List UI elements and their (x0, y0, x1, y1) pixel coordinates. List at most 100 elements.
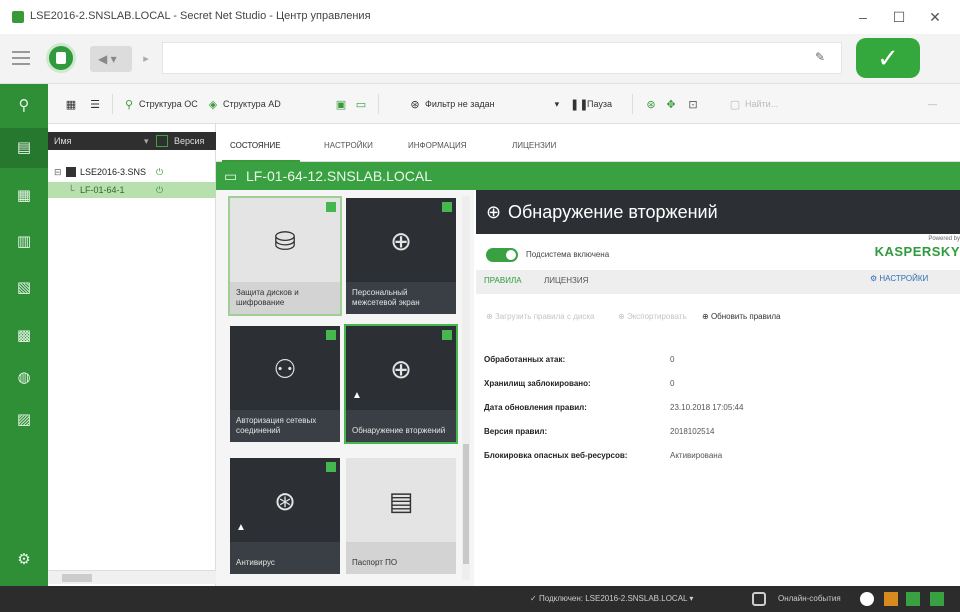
chevron-down-icon[interactable]: ▾ (144, 132, 149, 150)
info-events-icon[interactable] (906, 592, 920, 606)
lock-filter-button[interactable]: ⊡ (686, 94, 703, 114)
tile-network-auth[interactable]: ⚇ Авторизация сетевых соединений (230, 326, 340, 442)
ok-events-icon[interactable] (930, 592, 944, 606)
search-field[interactable]: ▢ Найти... (728, 94, 778, 114)
status-indicator (326, 330, 336, 340)
scroll-thumb[interactable] (62, 574, 92, 582)
globe-shield-icon: ⊕ (390, 354, 412, 384)
minimize-button[interactable]: – (848, 6, 878, 28)
tab-settings[interactable]: НАСТРОЙКИ (324, 136, 373, 156)
tile-antivirus[interactable]: ⊛ ▲ Антивирус (230, 458, 340, 574)
structure-ad-button[interactable]: ◈ Структура AD (206, 94, 281, 114)
toolbar: ▦ ☰ ⚲ Структура ОС ◈ Структура AD ▣ ▭ ⊛ Фил… (48, 84, 960, 124)
tree-header-version[interactable]: Версия (174, 132, 204, 150)
subsystem-tiles: ⛁ Защита дисков и шифрование ⊕ Персональ… (216, 190, 474, 586)
status-column-icon (156, 135, 168, 147)
monitor-icon[interactable]: ▤ (0, 128, 48, 168)
settings-link-label: НАСТРОЙКИ (879, 274, 929, 283)
device-header: ▭ LF-01-64-12.SNSLAB.LOCAL (216, 162, 960, 190)
close-button[interactable]: ✕ (920, 6, 950, 28)
more-button[interactable]: — (928, 94, 937, 114)
back-button[interactable]: ◀ ▾ (90, 46, 132, 72)
warning-events-icon[interactable] (884, 592, 898, 606)
tree-row-label: LSE2016-3.SNS (80, 167, 147, 177)
filter-dropdown[interactable]: ⊛ Фильтр не задан ▾ (408, 94, 559, 114)
tab-state[interactable]: СОСТОЯНИЕ (230, 136, 281, 156)
property-row: Блокировка опасных веб-ресурсов: Активиро… (484, 444, 944, 468)
forward-button[interactable]: ▸ (136, 46, 156, 72)
view-list-button[interactable]: ☰ (88, 94, 105, 114)
monitor-view-button[interactable]: ▭ (354, 94, 371, 114)
warning-icon: ▲ (236, 522, 246, 533)
list-view-icon: ☰ (90, 98, 100, 111)
tile-intrusion-detection[interactable]: ⊕ ▲ Обнаружение вторжений (344, 324, 458, 444)
network-filter-button[interactable]: ✥ (664, 94, 681, 114)
view-grid-button[interactable]: ▦ (64, 94, 81, 114)
pin-icon[interactable]: ✎ (815, 50, 831, 66)
scroll-thumb[interactable] (463, 444, 469, 564)
expand-button[interactable]: ▣ (334, 94, 351, 114)
search-icon[interactable]: ⚲ (0, 86, 48, 126)
property-row: Дата обновления правил: 23.10.2018 17:05:… (484, 396, 944, 420)
expand-icon: ▣ (335, 98, 347, 111)
status-bar: ✓ Подключен: LSE2016-2.SNSLAB.LOCAL ▾ Он… (0, 586, 960, 612)
tree-row-label: LF-01-64-1 (80, 185, 125, 195)
menu-icon[interactable] (12, 51, 30, 65)
toggle-label: Подсистема включена (526, 250, 610, 259)
device-name: LF-01-64-12.SNSLAB.LOCAL (246, 168, 432, 184)
tree-header: Имя ▾ Версия (48, 132, 216, 150)
tile-firewall[interactable]: ⊕ Персональный межсетевой экран (346, 198, 456, 314)
settings-icon[interactable]: ⚙ (0, 540, 48, 580)
refresh-icon: ⊕ (702, 312, 711, 321)
online-events-label[interactable]: Онлайн-события (778, 592, 841, 606)
structure-os-button[interactable]: ⚲ Структура ОС (122, 94, 198, 114)
filter-icon: ⊛ (410, 98, 420, 111)
computer-icon: ▭ (224, 168, 238, 184)
property-value: Активирована (670, 451, 723, 460)
address-field[interactable] (162, 42, 842, 74)
report-icon[interactable]: ▦ (0, 176, 48, 216)
property-value: 2018102514 (670, 427, 715, 436)
subsystem-toggle[interactable] (486, 248, 518, 262)
monitor-small-icon: ▭ (355, 98, 367, 111)
tiles-vertical-scrollbar[interactable] (462, 196, 470, 580)
update-rules-button[interactable]: ⊕ Обновить правила (702, 312, 780, 321)
pause-icon: ❚❚ (570, 98, 589, 111)
search-small-icon: ▢ (729, 98, 741, 111)
pause-button[interactable]: ❚❚Пауза (570, 94, 612, 114)
load-rules-button[interactable]: ⊕ Загрузить правила с диска (486, 312, 594, 321)
grid-icon[interactable]: ▩ (0, 316, 48, 356)
tree-horizontal-scrollbar[interactable] (48, 570, 216, 584)
shield-icon[interactable]: ◍ (0, 358, 48, 398)
status-indicator (442, 330, 452, 340)
gear-icon: ⚙ (870, 274, 880, 283)
settings-link[interactable]: ⚙ НАСТРОЙКИ (870, 274, 928, 283)
journal-icon[interactable]: ▥ (0, 222, 48, 262)
subtab-license[interactable]: ЛИЦЕНЗИЯ (544, 276, 588, 285)
collapse-icon[interactable]: ⊟ (54, 164, 62, 180)
tab-licenses[interactable]: ЛИЦЕНЗИИ (512, 136, 556, 156)
antivirus-filter-button[interactable]: ⊛ (644, 94, 661, 114)
app-icon (12, 11, 24, 23)
home-logo-icon[interactable] (46, 43, 76, 73)
tab-bar: СОСТОЯНИЕ НАСТРОЙКИ ИНФОРМАЦИЯ ЛИЦЕНЗИИ (216, 124, 960, 162)
tree-row[interactable]: └ LF-01-64-1 ⏻ (48, 182, 216, 198)
tree-row[interactable]: ⊟ LSE2016-3.SNS ⏻ (48, 164, 216, 180)
policy-icon[interactable]: ▧ (0, 268, 48, 308)
tile-software-passport[interactable]: ▤ Паспорт ПО (346, 458, 456, 574)
status-indicator (442, 202, 452, 212)
apply-button[interactable]: ✓ (856, 38, 920, 78)
document-icon[interactable]: ▨ (0, 400, 48, 440)
events-count-icon[interactable] (860, 592, 874, 606)
sync-icon[interactable] (752, 592, 766, 606)
chevron-down-icon: ▾ (554, 99, 560, 109)
export-button[interactable]: ⊕ Экспортировать (618, 312, 687, 321)
connection-status[interactable]: ✓ Подключен: LSE2016-2.SNSLAB.LOCAL ▾ (530, 592, 693, 606)
maximize-button[interactable]: ☐ (884, 6, 914, 28)
tab-information[interactable]: ИНФОРМАЦИЯ (408, 136, 467, 156)
subtab-rules[interactable]: ПРАВИЛА (484, 276, 522, 285)
tile-disk-protection[interactable]: ⛁ Защита дисков и шифрование (228, 196, 342, 316)
virus-blocked-icon: ⊛ (274, 486, 296, 516)
property-key: Обработанных атак: (484, 355, 566, 364)
tree-header-name[interactable]: Имя (54, 132, 72, 150)
